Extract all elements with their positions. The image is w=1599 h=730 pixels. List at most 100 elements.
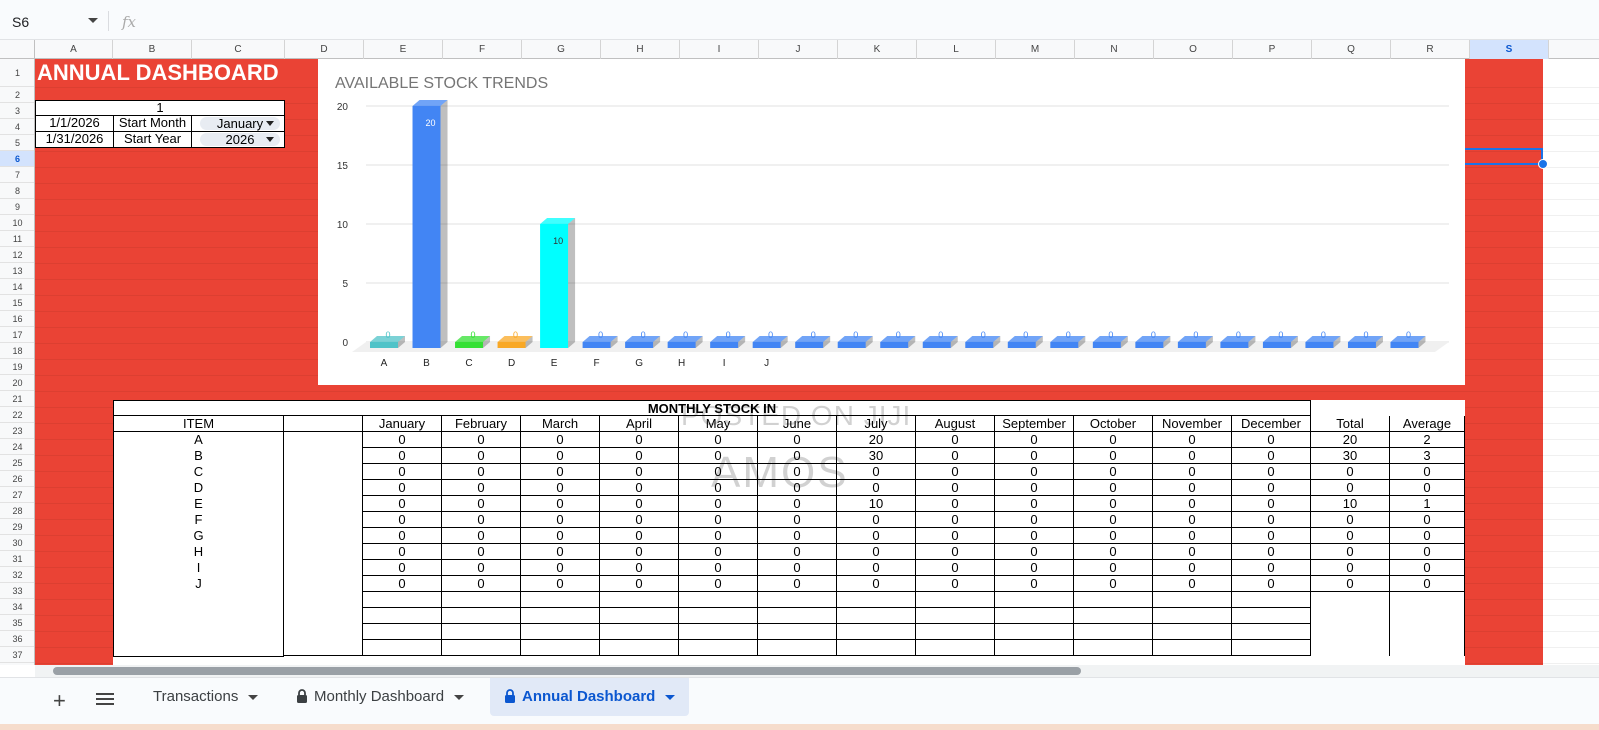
- table-cell[interactable]: 0: [995, 512, 1074, 528]
- table-cell[interactable]: 0: [916, 512, 995, 528]
- row-header-17[interactable]: 17: [0, 327, 34, 343]
- column-header-d[interactable]: D: [285, 40, 364, 59]
- total-cell[interactable]: 0: [1311, 560, 1390, 576]
- add-sheet-icon[interactable]: +: [53, 688, 66, 714]
- row-header-6[interactable]: 6: [0, 151, 34, 167]
- table-cell[interactable]: 0: [363, 576, 442, 592]
- row-header-26[interactable]: 26: [0, 471, 34, 487]
- column-header-j[interactable]: J: [759, 40, 838, 59]
- empty-cell[interactable]: [758, 624, 837, 640]
- empty-cell[interactable]: [1232, 592, 1311, 608]
- empty-cell[interactable]: [995, 624, 1074, 640]
- sheet-grid[interactable]: ANNUAL DASHBOARD 1 1/1/2026 Start Month …: [35, 59, 1599, 665]
- row-header-22[interactable]: 22: [0, 407, 34, 423]
- empty-cell[interactable]: [1232, 608, 1311, 624]
- table-cell[interactable]: 0: [521, 512, 600, 528]
- empty-cell[interactable]: [284, 624, 363, 640]
- row-header-21[interactable]: 21: [0, 391, 34, 407]
- table-cell[interactable]: 0: [995, 496, 1074, 512]
- table-cell[interactable]: 0: [442, 432, 521, 448]
- table-cell[interactable]: 0: [521, 432, 600, 448]
- empty-cell[interactable]: [113, 624, 284, 640]
- table-cell[interactable]: 0: [442, 512, 521, 528]
- table-cell[interactable]: 0: [1074, 464, 1153, 480]
- table-cell[interactable]: 0: [1232, 528, 1311, 544]
- table-cell[interactable]: 0: [363, 544, 442, 560]
- item-name[interactable]: G: [113, 528, 284, 544]
- empty-cell[interactable]: [113, 592, 284, 608]
- blank-header[interactable]: [284, 416, 363, 432]
- sheet-tab-annual-dashboard[interactable]: Annual Dashboard: [490, 678, 690, 716]
- table-cell[interactable]: 0: [1153, 496, 1232, 512]
- stock-trends-chart[interactable]: AVAILABLE STOCK TRENDS 0 5 10 15 20 0 A 20 B 0 C 0 D…: [318, 60, 1465, 385]
- all-sheets-menu-icon[interactable]: [96, 693, 114, 707]
- start-date-cell[interactable]: 1/1/2026: [35, 116, 114, 132]
- row-header-25[interactable]: 25: [0, 455, 34, 471]
- table-cell[interactable]: 0: [916, 480, 995, 496]
- table-cell[interactable]: 0: [995, 464, 1074, 480]
- chevron-down-icon[interactable]: [665, 694, 676, 700]
- blank-cell[interactable]: [284, 512, 363, 528]
- table-cell[interactable]: 0: [837, 544, 916, 560]
- column-header-n[interactable]: N: [1075, 40, 1154, 59]
- row-header-30[interactable]: 30: [0, 535, 34, 551]
- table-cell[interactable]: 0: [1232, 576, 1311, 592]
- table-cell[interactable]: 0: [995, 528, 1074, 544]
- empty-cell[interactable]: [363, 624, 442, 640]
- blank-cell[interactable]: [284, 496, 363, 512]
- table-cell[interactable]: 0: [758, 528, 837, 544]
- row-header-19[interactable]: 19: [0, 359, 34, 375]
- table-cell[interactable]: 0: [679, 560, 758, 576]
- table-cell[interactable]: 0: [995, 544, 1074, 560]
- table-cell[interactable]: 0: [600, 560, 679, 576]
- table-cell[interactable]: 0: [916, 544, 995, 560]
- blank-cell[interactable]: [284, 576, 363, 592]
- empty-cell[interactable]: [916, 624, 995, 640]
- average-cell[interactable]: 0: [1390, 560, 1465, 576]
- month-header-october[interactable]: October: [1074, 416, 1153, 432]
- month-header-august[interactable]: August: [916, 416, 995, 432]
- blank-cell[interactable]: [284, 544, 363, 560]
- empty-cell[interactable]: [600, 624, 679, 640]
- average-cell[interactable]: 0: [1390, 464, 1465, 480]
- table-cell[interactable]: 0: [600, 448, 679, 464]
- total-cell[interactable]: 0: [1311, 576, 1390, 592]
- empty-cell[interactable]: [679, 624, 758, 640]
- table-cell[interactable]: 0: [521, 560, 600, 576]
- scrollbar-thumb[interactable]: [53, 667, 1081, 675]
- empty-cell[interactable]: [442, 640, 521, 656]
- item-name[interactable]: H: [113, 544, 284, 560]
- total-cell[interactable]: 10: [1311, 496, 1390, 512]
- table-cell[interactable]: 0: [758, 496, 837, 512]
- blank-cell[interactable]: [284, 480, 363, 496]
- table-cell[interactable]: 0: [916, 496, 995, 512]
- empty-cell[interactable]: [521, 608, 600, 624]
- table-cell[interactable]: 0: [1232, 544, 1311, 560]
- row-header-32[interactable]: 32: [0, 567, 34, 583]
- table-cell[interactable]: 0: [521, 576, 600, 592]
- table-cell[interactable]: 0: [363, 512, 442, 528]
- table-cell[interactable]: 0: [363, 432, 442, 448]
- row-header-27[interactable]: 27: [0, 487, 34, 503]
- empty-cell[interactable]: [1232, 640, 1311, 656]
- empty-cell[interactable]: [837, 608, 916, 624]
- month-header-february[interactable]: February: [442, 416, 521, 432]
- table-cell[interactable]: 0: [521, 544, 600, 560]
- average-cell[interactable]: 2: [1390, 432, 1465, 448]
- total-cell[interactable]: 20: [1311, 432, 1390, 448]
- row-header-18[interactable]: 18: [0, 343, 34, 359]
- table-cell[interactable]: 0: [1074, 480, 1153, 496]
- table-cell[interactable]: 0: [600, 576, 679, 592]
- item-name[interactable]: B: [113, 448, 284, 464]
- table-cell[interactable]: 0: [1153, 528, 1232, 544]
- table-cell[interactable]: 0: [758, 576, 837, 592]
- column-header-a[interactable]: A: [35, 40, 113, 59]
- average-header[interactable]: Average: [1390, 416, 1465, 432]
- row-header-36[interactable]: 36: [0, 631, 34, 647]
- chevron-down-icon[interactable]: [454, 694, 465, 700]
- table-cell[interactable]: 0: [837, 480, 916, 496]
- table-cell[interactable]: 0: [1232, 496, 1311, 512]
- table-cell[interactable]: 0: [916, 528, 995, 544]
- row-header-4[interactable]: 4: [0, 119, 34, 135]
- empty-cell[interactable]: [1390, 592, 1465, 608]
